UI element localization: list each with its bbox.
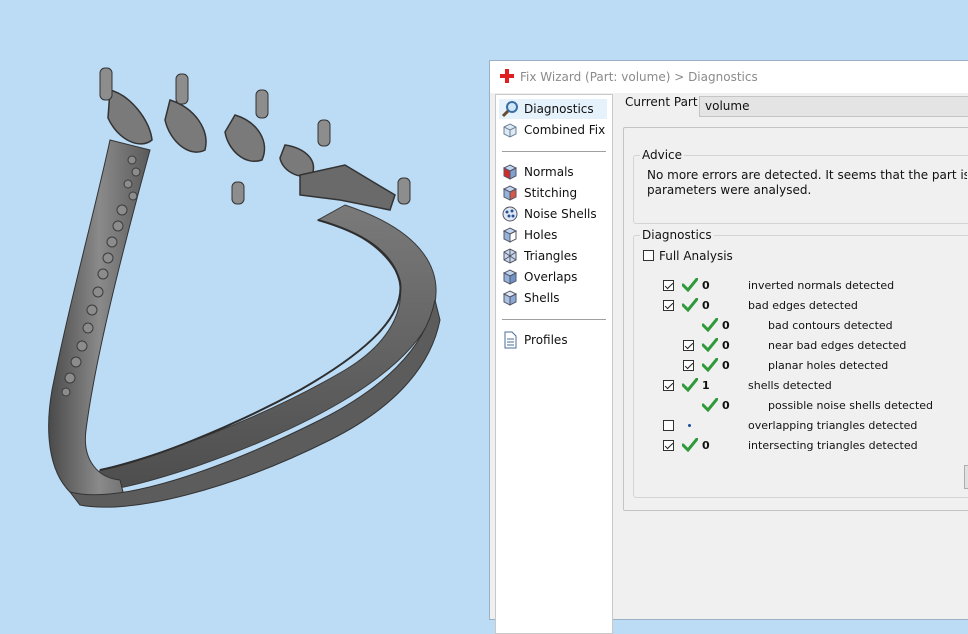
nav-item-stitching[interactable]: Stitching <box>499 183 607 203</box>
nav-item-combined-fix[interactable]: Combined Fix <box>499 120 607 140</box>
nav-item-label: Shells <box>524 291 560 305</box>
cube-red-face-icon <box>502 164 518 180</box>
diag-row-checkbox[interactable] <box>683 340 694 351</box>
advice-line: parameters were analysed. <box>647 183 812 197</box>
full-analysis-label: Full Analysis <box>659 249 733 263</box>
nav-item-overlaps[interactable]: Overlaps <box>499 267 607 287</box>
diag-row-checkbox[interactable] <box>683 360 694 371</box>
magnifier-icon <box>501 101 518 118</box>
nav-item-diagnostics[interactable]: Diagnostics <box>499 99 607 119</box>
diag-row-checkbox[interactable] <box>663 380 674 391</box>
diag-row-label: inverted normals detected <box>748 279 895 292</box>
diagnostics-title: Diagnostics <box>642 228 712 242</box>
diag-row-count: 0 <box>702 439 710 452</box>
diag-row-count: 0 <box>722 399 730 412</box>
diag-row-label: bad edges detected <box>748 299 858 312</box>
check-icon <box>682 378 698 392</box>
check-icon <box>682 438 698 452</box>
advice-title: Advice <box>642 148 683 162</box>
nav-divider <box>502 319 606 320</box>
pending-dot-icon <box>688 424 691 427</box>
diag-row-label: bad contours detected <box>768 319 893 332</box>
side-button[interactable] <box>964 465 968 489</box>
diag-row-count: 0 <box>722 359 730 372</box>
check-icon <box>702 358 718 372</box>
nav-item-label: Combined Fix <box>524 123 606 137</box>
diag-row-count: 0 <box>722 319 730 332</box>
advice-text: No more errors are detected. It seems th… <box>647 168 967 198</box>
diag-row-label: possible noise shells detected <box>768 399 934 412</box>
diag-row-count: 0 <box>702 279 710 292</box>
diag-row-label: overlapping triangles detected <box>748 419 918 432</box>
window-title: Fix Wizard (Part: volume) > Diagnostics <box>520 70 758 84</box>
nav-item-noise-shells[interactable]: Noise Shells <box>499 204 607 224</box>
nav-item-holes[interactable]: Holes <box>499 225 607 245</box>
diag-row-label: shells detected <box>748 379 832 392</box>
cube-overlap-icon <box>502 269 518 285</box>
check-icon <box>682 278 698 292</box>
noise-shells-icon <box>502 206 518 222</box>
diag-row-label: near bad edges detected <box>768 339 907 352</box>
nav-item-label: Overlaps <box>524 270 578 284</box>
current-part-label: Current Part: <box>625 95 702 109</box>
diag-row-checkbox[interactable] <box>663 300 674 311</box>
nav-item-label: Diagnostics <box>524 102 594 116</box>
advice-line: No more errors are detected. It seems th… <box>647 168 967 182</box>
nav-item-shells[interactable]: Shells <box>499 288 607 308</box>
nav-divider <box>502 151 606 152</box>
nav-item-triangles[interactable]: Triangles <box>499 246 607 266</box>
diag-row-checkbox[interactable] <box>663 440 674 451</box>
nav-item-label: Triangles <box>524 249 578 263</box>
check-icon <box>702 318 718 332</box>
cube-blue-icon <box>502 185 518 201</box>
diag-row-count: 0 <box>722 339 730 352</box>
check-icon <box>702 398 718 412</box>
diag-row-checkbox[interactable] <box>663 280 674 291</box>
cube-hole-icon <box>502 227 518 243</box>
nav-item-label: Holes <box>524 228 558 242</box>
cube-stack-icon <box>503 123 517 138</box>
nav-item-label: Stitching <box>524 186 578 200</box>
check-icon <box>702 338 718 352</box>
diag-row-checkbox[interactable] <box>663 420 674 431</box>
wizard-nav-panel: Diagnostics Combined Fix Normals Stitchi… <box>495 94 613 634</box>
nav-item-label: Normals <box>524 165 574 179</box>
nav-item-normals[interactable]: Normals <box>499 162 607 182</box>
title-bar[interactable]: Fix Wizard (Part: volume) > Diagnostics <box>490 61 968 93</box>
nav-item-profiles[interactable]: Profiles <box>499 330 607 350</box>
red-cross-icon <box>500 69 514 83</box>
ring-model[interactable] <box>0 0 490 609</box>
diag-row-count: 1 <box>702 379 710 392</box>
full-analysis-checkbox[interactable] <box>643 250 654 261</box>
diag-row-label: planar holes detected <box>768 359 889 372</box>
current-part-field[interactable]: volume <box>699 96 968 117</box>
cube-triangles-icon <box>503 248 517 264</box>
nav-item-label: Profiles <box>524 333 568 347</box>
document-icon <box>504 331 517 349</box>
diag-row-label: intersecting triangles detected <box>748 439 918 452</box>
nav-item-label: Noise Shells <box>524 207 597 221</box>
check-icon <box>682 298 698 312</box>
diag-row-count: 0 <box>702 299 710 312</box>
cube-shells-icon <box>502 290 518 306</box>
